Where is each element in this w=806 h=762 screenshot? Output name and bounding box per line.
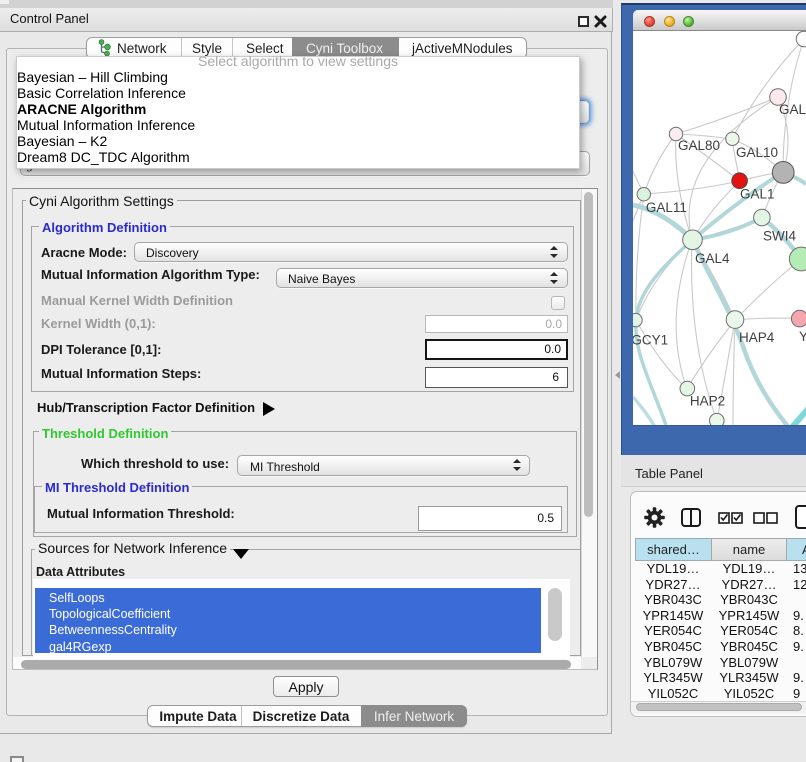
svg-text:GAL1: GAL1: [740, 186, 775, 201]
svg-text:HAP4: HAP4: [739, 330, 775, 345]
svg-text:SWI4: SWI4: [763, 228, 796, 243]
svg-text:GAL4: GAL4: [695, 251, 730, 266]
svg-text:GAL80: GAL80: [678, 138, 720, 153]
svg-text:HAP2: HAP2: [690, 394, 725, 409]
svg-text:GCY1: GCY1: [633, 333, 668, 348]
svg-text:Y: Y: [799, 329, 806, 344]
svg-text:GAL10: GAL10: [736, 145, 778, 160]
svg-text:GAL11: GAL11: [646, 200, 687, 215]
svg-text:GAL: GAL: [779, 102, 806, 117]
